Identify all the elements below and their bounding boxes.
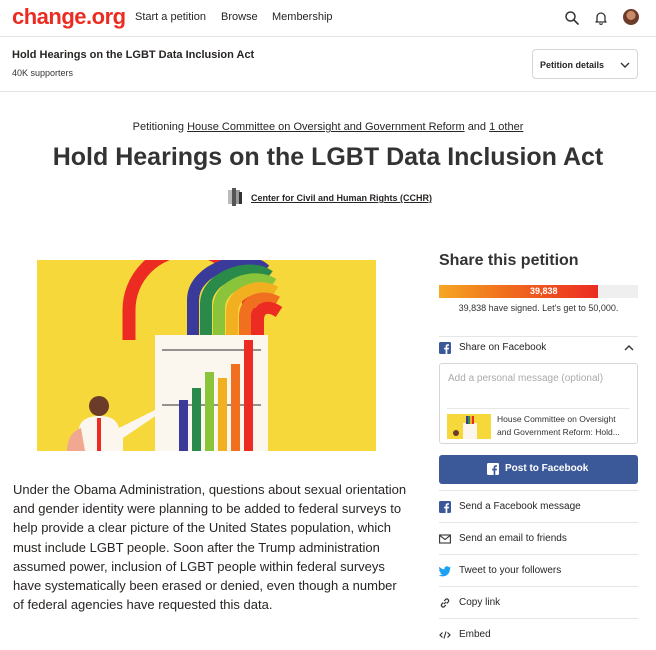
chevron-up-icon[interactable]: [623, 342, 635, 354]
nav-membership[interactable]: Membership: [272, 11, 333, 23]
share-email[interactable]: Send an email to friends: [439, 522, 638, 554]
facebook-share-label: Share on Facebook: [459, 342, 547, 353]
share-option-label: Send a Facebook message: [459, 501, 581, 512]
cchr-logo: [228, 188, 242, 206]
petitioning-prefix: Petitioning: [132, 121, 184, 133]
petition-summary-bar: Hold Hearings on the LGBT Data Inclusion…: [0, 36, 656, 92]
hero-illustration: [37, 260, 376, 451]
petitioning-and: and: [467, 121, 487, 133]
petition-bar-title: Hold Hearings on the LGBT Data Inclusion…: [12, 49, 255, 61]
change-org-logo[interactable]: change.org: [12, 4, 126, 30]
link-preview: House Committee on Oversight and Governm…: [447, 408, 630, 439]
petition-story: Under the Obama Administration, question…: [13, 482, 407, 613]
share-option-label: Embed: [459, 629, 491, 640]
avatar[interactable]: [623, 9, 639, 25]
preview-thumbnail: [447, 414, 491, 439]
share-title: Share this petition: [439, 252, 579, 269]
personal-message-input[interactable]: Add a personal message (optional): [448, 373, 603, 384]
post-to-facebook-button[interactable]: Post to Facebook: [439, 455, 638, 484]
share-twitter[interactable]: Tweet to your followers: [439, 554, 638, 586]
chevron-down-icon: [620, 62, 630, 68]
email-icon: [439, 534, 451, 544]
post-to-facebook-label: Post to Facebook: [505, 463, 589, 474]
share-option-label: Copy link: [459, 597, 501, 608]
share-option-label: Tweet to your followers: [459, 565, 562, 576]
progress-note: 39,838 have signed. Let's get to 50,000.: [458, 303, 619, 313]
petitioning-line: Petitioning House Committee on Oversight…: [0, 121, 656, 133]
progress-fill: 39,838: [439, 285, 598, 298]
embed-icon: [439, 631, 451, 639]
supporters-count: 40K supporters: [12, 68, 74, 78]
facebook-message-box: Add a personal message (optional) House …: [439, 363, 638, 444]
petition-details-label: Petition details: [540, 60, 605, 70]
facebook-icon: [439, 342, 451, 354]
messenger-icon: [439, 501, 451, 513]
share-facebook-message[interactable]: Send a Facebook message: [439, 490, 638, 522]
signature-progress-bar: 39,838: [439, 285, 638, 298]
twitter-icon: [439, 566, 451, 577]
bell-icon[interactable]: [593, 10, 609, 26]
share-copy-link[interactable]: Copy link: [439, 586, 638, 618]
nav-browse[interactable]: Browse: [221, 11, 258, 23]
link-icon: [440, 598, 450, 608]
top-nav: change.org Start a petition Browse Membe…: [0, 0, 656, 36]
progress-count: 39,838: [530, 286, 558, 296]
other-targets-link[interactable]: 1 other: [489, 121, 523, 133]
facebook-icon: [487, 463, 499, 475]
share-option-label: Send an email to friends: [459, 533, 567, 544]
preview-text: House Committee on Oversight and Governm…: [497, 414, 620, 437]
page-title: Hold Hearings on the LGBT Data Inclusion…: [52, 143, 604, 171]
nav-start-petition[interactable]: Start a petition: [135, 11, 206, 23]
facebook-share-header[interactable]: Share on Facebook: [439, 336, 638, 358]
share-embed[interactable]: Embed: [439, 618, 638, 650]
creator-link[interactable]: Center for Civil and Human Rights (CCHR): [251, 193, 432, 203]
search-icon[interactable]: [564, 10, 580, 26]
target-link[interactable]: House Committee on Oversight and Governm…: [187, 121, 465, 133]
petition-details-dropdown[interactable]: Petition details: [532, 49, 638, 79]
